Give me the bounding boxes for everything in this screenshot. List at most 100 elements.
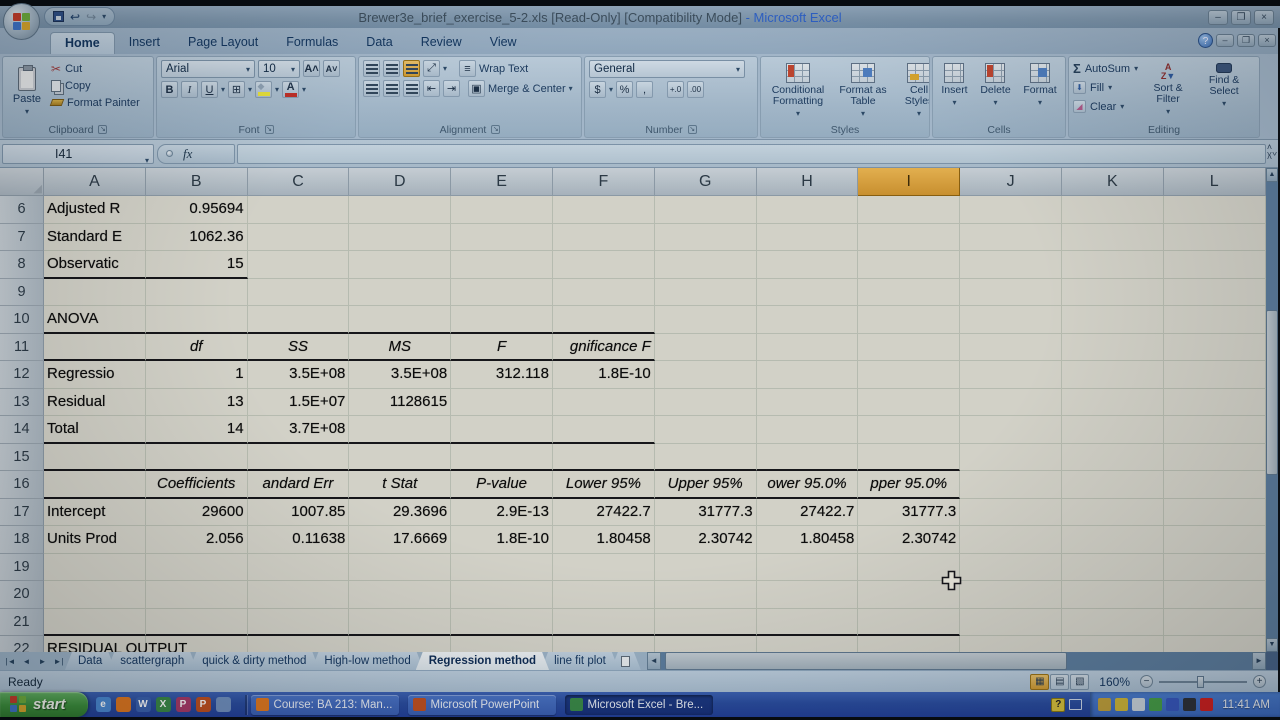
cell-L14[interactable] — [1164, 416, 1266, 444]
cell-K17[interactable] — [1062, 499, 1164, 527]
office-button[interactable] — [3, 3, 40, 40]
cell-J11[interactable] — [960, 334, 1062, 362]
cell-A7[interactable]: Standard E — [44, 224, 146, 252]
fill-button[interactable]: ⬇Fill▾ — [1073, 79, 1138, 96]
cell-F12[interactable]: 1.8E-10 — [553, 361, 655, 389]
wrap-text-button[interactable]: Wrap Text — [479, 63, 528, 75]
cell-C8[interactable] — [248, 251, 350, 279]
save-icon[interactable] — [53, 11, 64, 22]
cell-D19[interactable] — [349, 554, 451, 582]
cell-J15[interactable] — [960, 444, 1062, 472]
zoom-level[interactable]: 160% — [1099, 675, 1130, 689]
cell-E15[interactable] — [451, 444, 553, 472]
cell-K19[interactable] — [1062, 554, 1164, 582]
cell-L10[interactable] — [1164, 306, 1266, 334]
align-right-button[interactable] — [403, 80, 420, 97]
cell-E6[interactable] — [451, 196, 553, 224]
cell-F22[interactable] — [553, 636, 655, 652]
column-header-F[interactable]: F — [553, 168, 655, 196]
cell-C9[interactable] — [248, 279, 350, 307]
cell-F19[interactable] — [553, 554, 655, 582]
column-header-D[interactable]: D — [349, 168, 451, 196]
cell-L15[interactable] — [1164, 444, 1266, 472]
row-header-20[interactable]: 20 — [0, 581, 44, 609]
column-header-C[interactable]: C — [248, 168, 350, 196]
cell-I6[interactable] — [858, 196, 960, 224]
cell-C7[interactable] — [248, 224, 350, 252]
cell-F7[interactable] — [553, 224, 655, 252]
cell-C20[interactable] — [248, 581, 350, 609]
tab-view[interactable]: View — [476, 32, 531, 54]
cell-I16[interactable]: pper 95.0% — [858, 471, 960, 499]
workbook-close-button[interactable]: × — [1258, 34, 1276, 47]
cell-E22[interactable] — [451, 636, 553, 652]
zonealarm-icon[interactable] — [1166, 698, 1179, 711]
cell-D16[interactable]: t Stat — [349, 471, 451, 499]
word-icon[interactable]: W — [136, 697, 151, 712]
cell-H13[interactable] — [757, 389, 859, 417]
cell-D9[interactable] — [349, 279, 451, 307]
cell-H16[interactable]: ower 95.0% — [757, 471, 859, 499]
cell-H22[interactable] — [757, 636, 859, 652]
cell-E7[interactable] — [451, 224, 553, 252]
format-cells-button[interactable]: Format▾ — [1019, 60, 1060, 122]
horizontal-scrollbar[interactable]: ◄ ► — [647, 652, 1266, 670]
cell-K11[interactable] — [1062, 334, 1164, 362]
column-header-E[interactable]: E — [451, 168, 553, 196]
copy-button[interactable]: Copy — [51, 77, 140, 94]
cell-K15[interactable] — [1062, 444, 1164, 472]
cell-G21[interactable] — [655, 609, 757, 637]
cell-A18[interactable]: Units Prod — [44, 526, 146, 554]
cell-H11[interactable] — [757, 334, 859, 362]
workbook-restore-button[interactable]: ❐ — [1237, 34, 1255, 47]
cell-G18[interactable]: 2.30742 — [655, 526, 757, 554]
cell-B6[interactable]: 0.95694 — [146, 196, 248, 224]
cell-J8[interactable] — [960, 251, 1062, 279]
other-app-icon[interactable] — [216, 697, 231, 712]
row-header-16[interactable]: 16 — [0, 471, 44, 499]
cell-J21[interactable] — [960, 609, 1062, 637]
row-header-18[interactable]: 18 — [0, 526, 44, 554]
underline-button[interactable]: U — [201, 81, 218, 98]
column-header-I[interactable]: I — [858, 168, 960, 196]
cell-E17[interactable]: 2.9E-13 — [451, 499, 553, 527]
cell-G22[interactable] — [655, 636, 757, 652]
fill-color-button[interactable] — [255, 81, 272, 98]
insert-cells-button[interactable]: Insert▾ — [937, 60, 971, 122]
cell-F8[interactable] — [553, 251, 655, 279]
cell-F11[interactable]: gnificance F — [553, 334, 655, 362]
sort-filter-button[interactable]: AZ▼ Sort & Filter▾ — [1142, 60, 1194, 122]
alignment-dialog-launcher[interactable]: ↘ — [491, 125, 500, 134]
cell-G16[interactable]: Upper 95% — [655, 471, 757, 499]
column-header-G[interactable]: G — [655, 168, 757, 196]
cell-L20[interactable] — [1164, 581, 1266, 609]
page-break-view-icon[interactable]: ▧ — [1070, 674, 1089, 690]
cell-H8[interactable] — [757, 251, 859, 279]
cell-A17[interactable]: Intercept — [44, 499, 146, 527]
scroll-down-icon[interactable]: ▼ — [1266, 638, 1278, 652]
cell-D17[interactable]: 29.3696 — [349, 499, 451, 527]
sheet-tab-high-low-method[interactable]: High-low method — [311, 652, 423, 670]
cell-G14[interactable] — [655, 416, 757, 444]
help-badge-icon[interactable]: ? — [1051, 698, 1065, 712]
cell-B13[interactable]: 13 — [146, 389, 248, 417]
firefox-icon[interactable] — [116, 697, 131, 712]
cell-C15[interactable] — [248, 444, 350, 472]
cell-A11[interactable] — [44, 334, 146, 362]
workbook-minimize-button[interactable]: – — [1216, 34, 1234, 47]
cell-L21[interactable] — [1164, 609, 1266, 637]
cell-C6[interactable] — [248, 196, 350, 224]
cell-F10[interactable] — [553, 306, 655, 334]
qat-customize-icon[interactable]: ▾ — [102, 12, 106, 21]
cell-H6[interactable] — [757, 196, 859, 224]
cell-C14[interactable]: 3.7E+08 — [248, 416, 350, 444]
cell-I17[interactable]: 31777.3 — [858, 499, 960, 527]
cell-A12[interactable]: Regressio — [44, 361, 146, 389]
cell-K6[interactable] — [1062, 196, 1164, 224]
cell-D11[interactable]: MS — [349, 334, 451, 362]
cell-A20[interactable] — [44, 581, 146, 609]
column-header-L[interactable]: L — [1164, 168, 1266, 196]
cell-J20[interactable] — [960, 581, 1062, 609]
cell-E13[interactable] — [451, 389, 553, 417]
scroll-up-icon[interactable]: ▲ — [1266, 168, 1278, 182]
